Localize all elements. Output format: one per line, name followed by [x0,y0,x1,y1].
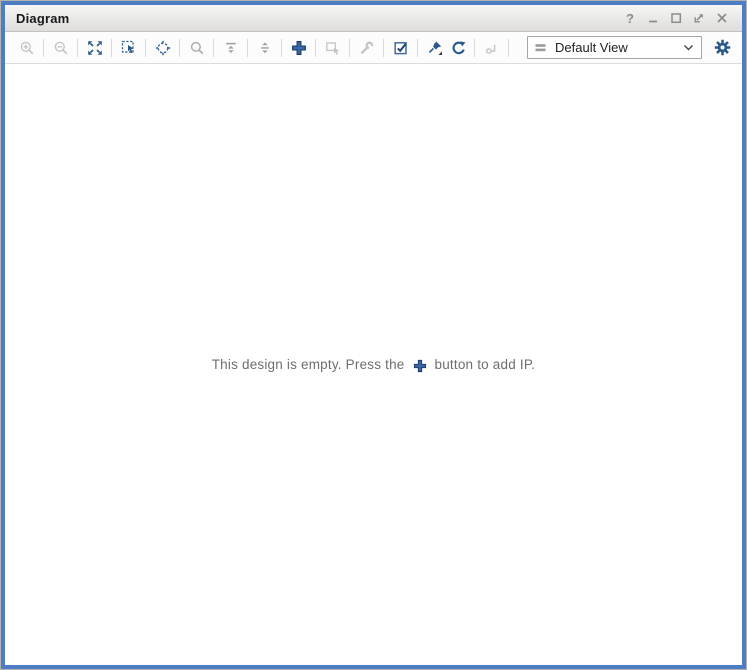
collapse-button[interactable] [219,35,242,61]
zoom-in-icon [19,40,35,56]
zoom-in-button [15,35,38,61]
add-ip-plus-icon [413,359,427,373]
toolbar-separator [508,39,509,57]
pin-button[interactable] [423,35,446,61]
toolbar-separator [281,39,282,57]
zoom-out-icon [53,40,69,56]
zoom-to-selection-button[interactable] [117,35,140,61]
toolbar-separator [474,39,475,57]
regenerate-layout-button[interactable] [446,35,469,61]
box-pointer-icon [325,40,341,56]
view-selector-value: Default View [555,40,628,55]
wrench-icon [359,40,375,56]
expand-button[interactable] [253,35,276,61]
toolbar-separator [145,39,146,57]
toolbar-separator [247,39,248,57]
float-icon [693,12,705,24]
view-selector-dropdown[interactable]: Default View [527,36,702,59]
expand-icon [257,40,273,56]
add-ip-button[interactable] [287,35,310,61]
close-button[interactable] [714,10,730,26]
gear-icon [714,39,731,56]
empty-message-after: button to add IP. [435,357,536,372]
close-icon [716,12,728,24]
window-body: Diagram ? [5,5,742,665]
autofit-selection-button[interactable] [151,35,174,61]
toolbar-separator [43,39,44,57]
toolbar-separator [315,39,316,57]
regenerate-layout-icon [450,40,466,56]
diagram-window: Diagram ? [0,0,747,670]
add-ip-icon [291,40,307,56]
toolbar-separator [213,39,214,57]
pin-icon [427,40,443,56]
toolbar-separator [349,39,350,57]
chevron-down-icon [683,44,694,52]
search-icon [189,40,205,56]
box-pointer-button [321,35,344,61]
window-title: Diagram [16,11,69,26]
toolbar-separator [111,39,112,57]
zoom-fit-button[interactable] [83,35,106,61]
optimize-routing-icon [484,40,500,56]
search-button[interactable] [185,35,208,61]
optimize-routing-button [480,35,503,61]
empty-message-before: This design is empty. Press the [212,357,405,372]
help-button[interactable]: ? [622,10,638,26]
maximize-button[interactable] [668,10,684,26]
autofit-selection-icon [155,40,171,56]
zoom-to-selection-icon [121,40,137,56]
title-bar: Diagram ? [5,5,742,32]
design-canvas[interactable]: This design is empty. Press the button t… [5,64,742,665]
customize-wrench-button [355,35,378,61]
toolbar-separator [383,39,384,57]
view-list-icon [534,41,548,55]
window-controls: ? [622,10,730,26]
maximize-icon [670,12,682,24]
collapse-icon [223,40,239,56]
minimize-icon [647,12,659,24]
settings-gear-button[interactable] [711,35,734,61]
validate-design-button[interactable] [389,35,412,61]
validate-design-icon [393,40,409,56]
minimize-button[interactable] [645,10,661,26]
toolbar-separator [179,39,180,57]
toolbar-separator [417,39,418,57]
empty-design-message: This design is empty. Press the button t… [212,357,536,372]
zoom-fit-icon [87,40,103,56]
zoom-out-button [49,35,72,61]
float-button[interactable] [691,10,707,26]
diagram-toolbar: Default View [5,32,742,64]
toolbar-separator [77,39,78,57]
